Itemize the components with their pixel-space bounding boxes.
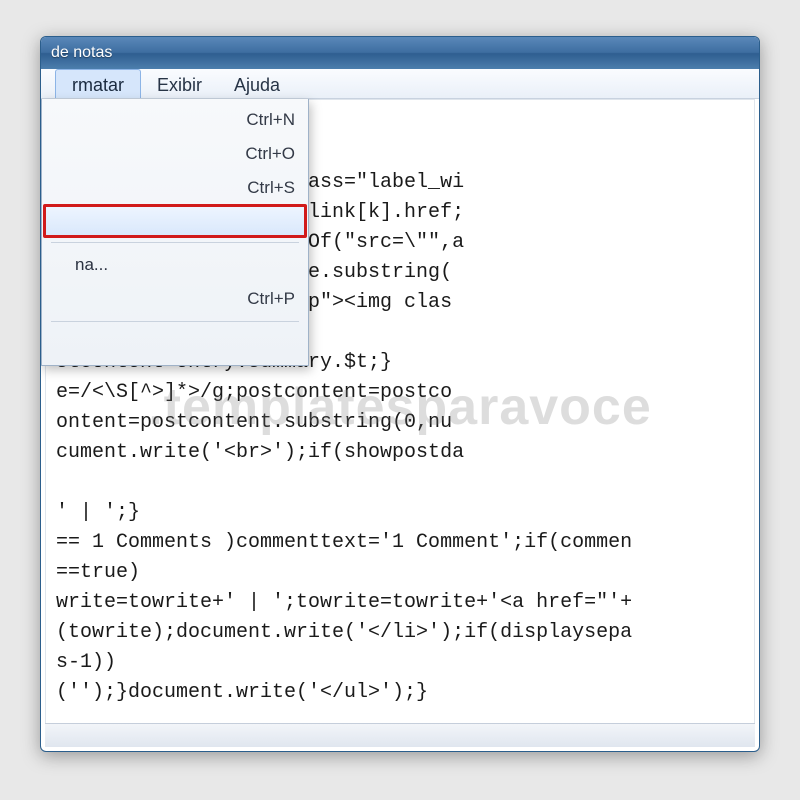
menu-item-0[interactable]: Ctrl+N [45, 103, 305, 137]
menu-item-8[interactable] [45, 327, 305, 361]
menu-item-shortcut: Ctrl+P [247, 289, 295, 309]
menu-formatar[interactable]: rmatar [55, 69, 141, 98]
menu-item-shortcut: Ctrl+O [245, 144, 295, 164]
menu-bar[interactable]: rmatar Exibir Ajuda [41, 69, 759, 99]
menu-ajuda[interactable]: Ajuda [218, 69, 296, 98]
menu-item-1[interactable]: Ctrl+O [45, 137, 305, 171]
menu-item-label: na... [75, 255, 108, 275]
menu-item-shortcut: Ctrl+S [247, 178, 295, 198]
notepad-window: de notas rmatar Exibir Ajuda pcument.wri… [40, 36, 760, 752]
file-dropdown-menu[interactable]: Ctrl+N Ctrl+O Ctrl+S na... Ctrl+P [41, 99, 309, 366]
menu-item-shortcut: Ctrl+N [246, 110, 295, 130]
menu-item-5[interactable]: na... [45, 248, 305, 282]
status-bar [45, 723, 755, 747]
title-bar[interactable]: de notas [41, 37, 759, 69]
menu-separator [51, 321, 299, 322]
menu-exibir[interactable]: Exibir [141, 69, 218, 98]
menu-separator [51, 242, 299, 243]
menu-item-2[interactable]: Ctrl+S [45, 171, 305, 205]
menu-item-3[interactable] [45, 205, 305, 237]
menu-item-6[interactable]: Ctrl+P [45, 282, 305, 316]
window-title: de notas [51, 44, 112, 62]
